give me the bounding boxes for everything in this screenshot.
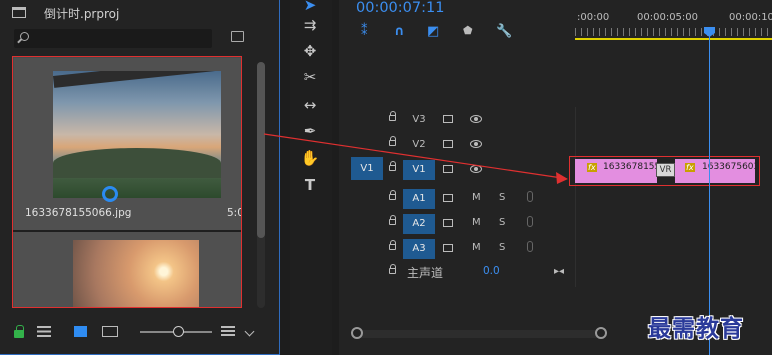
master-volume-value[interactable]: 0.0: [483, 265, 500, 277]
sync-lock-icon[interactable]: [443, 165, 453, 173]
thumbnail-detail: [53, 148, 221, 178]
scrollbar-thumb[interactable]: [257, 62, 265, 238]
media-item[interactable]: 1633678155066.jpg 5:00: [14, 58, 241, 230]
track-lock-icon[interactable]: [389, 190, 396, 200]
playhead-line: [709, 30, 710, 355]
sync-lock-icon[interactable]: [443, 244, 453, 252]
linked-selection-icon[interactable]: ◩: [427, 24, 439, 39]
eye-icon[interactable]: [470, 140, 482, 148]
track-lock-icon[interactable]: [389, 136, 396, 146]
time-ruler[interactable]: :00:00 00:00:05:00 00:00:10: [575, 0, 772, 44]
chevron-down-icon[interactable]: [244, 326, 255, 337]
vertical-scrollbar[interactable]: [257, 62, 265, 308]
microphone-icon[interactable]: [527, 191, 533, 202]
solo-button[interactable]: S: [499, 217, 505, 228]
pen-tool-icon[interactable]: ✒: [300, 122, 320, 140]
track-row-a3: A3 M S: [339, 236, 575, 261]
microphone-icon[interactable]: [527, 241, 533, 252]
mute-button[interactable]: M: [472, 192, 481, 203]
track-name-v1[interactable]: V1: [403, 160, 435, 180]
project-header: 倒计时.prproj: [0, 0, 280, 26]
freeform-view-icon[interactable]: [102, 326, 118, 337]
search-input[interactable]: [14, 29, 212, 48]
project-panel: 倒计时.prproj 1633678155066.jpg 5:00: [0, 0, 280, 355]
divider: [575, 107, 576, 287]
resize-icon[interactable]: ▸◂: [554, 266, 564, 277]
timeline-panel: 00:00:07:11 ⁑ ∩ ◩ ⬟ 🔧 :00:00 00:00:05:00…: [339, 0, 772, 355]
solo-button[interactable]: S: [499, 242, 505, 253]
project-footer: [0, 318, 280, 348]
eye-icon[interactable]: [470, 115, 482, 123]
sync-lock-icon[interactable]: [443, 140, 453, 148]
zoom-slider[interactable]: [140, 326, 212, 337]
search-icon: [20, 32, 29, 41]
track-row-a2: A2 M S: [339, 211, 575, 236]
track-row-a1: A1 M S: [339, 186, 575, 211]
media-thumbnail[interactable]: [53, 71, 221, 198]
track-name-a2[interactable]: A2: [403, 214, 435, 234]
microphone-icon[interactable]: [527, 216, 533, 227]
track-name-v3[interactable]: V3: [403, 110, 435, 130]
new-search-bin-icon[interactable]: [231, 31, 244, 42]
track-row-v2: V2: [339, 132, 575, 157]
annotation-highlight-box: [569, 156, 760, 186]
scroll-knob-right[interactable]: [595, 327, 607, 339]
work-area-bar[interactable]: [575, 38, 772, 40]
thumbnail-detail: [53, 71, 221, 88]
track-lock-icon[interactable]: [389, 215, 396, 225]
track-select-tool-icon[interactable]: ⇉: [300, 16, 320, 34]
zoom-slider-knob[interactable]: [173, 326, 184, 337]
horizontal-scrollbar[interactable]: [351, 327, 607, 339]
list-view-icon[interactable]: [37, 326, 51, 337]
ruler-label: :00:00: [577, 12, 610, 23]
sync-lock-icon[interactable]: [443, 194, 453, 202]
nest-icon[interactable]: ⁑: [361, 24, 368, 39]
add-marker-icon[interactable]: ⬟: [463, 24, 473, 37]
ruler-label: 00:00:10: [729, 12, 772, 23]
mute-button[interactable]: M: [472, 242, 481, 253]
ruler-label: 00:00:05:00: [637, 12, 699, 23]
track-row-v1: V1 V1: [339, 157, 575, 182]
ripple-edit-tool-icon[interactable]: ✥: [300, 42, 320, 60]
track-lock-icon[interactable]: [389, 264, 396, 274]
solo-button[interactable]: S: [499, 192, 505, 203]
track-lock-icon[interactable]: [389, 111, 396, 121]
sync-lock-icon[interactable]: [443, 115, 453, 123]
scroll-knob-left[interactable]: [351, 327, 363, 339]
lock-icon[interactable]: [14, 325, 24, 338]
snap-icon[interactable]: ∩: [394, 24, 405, 39]
track-lock-icon[interactable]: [389, 240, 396, 250]
folder-icon: [12, 7, 26, 18]
slip-tool-icon[interactable]: ↔: [300, 96, 320, 114]
ruler-ticks: [575, 28, 772, 36]
eye-icon[interactable]: [470, 165, 482, 173]
source-patch-v1[interactable]: V1: [351, 157, 383, 180]
project-title: 倒计时.prproj: [44, 7, 120, 21]
media-item-name: 1633678155066.jpg: [25, 207, 132, 219]
icon-view-icon[interactable]: [74, 326, 87, 337]
watermark: 最需教育: [648, 315, 744, 342]
razor-tool-icon[interactable]: ✂: [300, 68, 320, 86]
timecode-display[interactable]: 00:00:07:11: [356, 0, 444, 16]
media-item[interactable]: [14, 232, 241, 307]
type-tool-icon[interactable]: T: [300, 176, 320, 194]
sort-icon[interactable]: [221, 326, 235, 336]
master-track-row: 主声道 0.0 ▸◂: [339, 260, 575, 285]
track-row-v3: V3: [339, 107, 575, 132]
hand-tool-icon[interactable]: ✋: [300, 149, 320, 167]
tools-panel: ➤ ⇉ ✥ ✂ ↔ ✒ ✋ T: [290, 0, 332, 355]
track-name-v2[interactable]: V2: [403, 135, 435, 155]
master-track-label: 主声道: [407, 266, 444, 280]
media-thumbnail[interactable]: [73, 240, 199, 307]
track-name-a1[interactable]: A1: [403, 189, 435, 209]
track-lock-icon[interactable]: [389, 161, 396, 171]
selection-tool-icon[interactable]: ➤: [300, 0, 320, 14]
wrench-icon[interactable]: 🔧: [496, 24, 512, 39]
sync-lock-icon[interactable]: [443, 219, 453, 227]
media-thumbnail-grid: 1633678155066.jpg 5:00: [12, 56, 242, 308]
mute-button[interactable]: M: [472, 217, 481, 228]
busy-cursor-icon: [102, 186, 118, 202]
media-item-duration: 5:00: [227, 207, 241, 219]
track-name-a3[interactable]: A3: [403, 239, 435, 259]
